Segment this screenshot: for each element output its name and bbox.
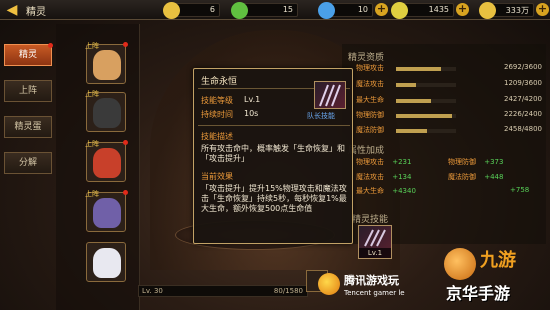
tencent-watermark: 腾讯游戏玩 Tencent gamer le bbox=[318, 270, 438, 306]
tencent-logo-icon bbox=[318, 273, 340, 295]
stat-bar bbox=[396, 99, 456, 103]
bonus-row: 魔法防御 +448 bbox=[448, 173, 504, 181]
diamond-icon bbox=[318, 2, 335, 19]
resource-diamond: 10 bbox=[318, 2, 373, 19]
top-bar: ◀ 精灵 6 15 10 + 1435 + 333万 + bbox=[0, 0, 550, 20]
skill-name: 生命永恒 bbox=[201, 77, 238, 87]
sprite-face bbox=[93, 50, 121, 80]
resource-energy: 1435 bbox=[391, 2, 454, 19]
stat-bar bbox=[396, 114, 456, 118]
resource-coin: 333万 bbox=[479, 2, 534, 19]
sprite-face bbox=[93, 148, 121, 178]
notification-dot bbox=[123, 190, 128, 195]
sprite-face bbox=[93, 198, 121, 228]
stat-bar-fill bbox=[396, 114, 452, 118]
game-screen: ◀ 精灵 6 15 10 + 1435 + 333万 + 精灵 上阵 精灵蛋 分… bbox=[0, 0, 550, 310]
bonus-row: 物理防御 +373 bbox=[448, 158, 504, 166]
level-exp-bar: Lv. 30 80/1580 bbox=[138, 285, 308, 297]
add-energy-button[interactable]: + bbox=[456, 3, 469, 16]
stat-row: 最大生命 2427/4200 bbox=[356, 95, 542, 104]
energy-icon bbox=[391, 2, 408, 19]
notification-dot bbox=[48, 43, 53, 48]
gold-coin-icon bbox=[479, 2, 496, 19]
skill-description: 所有攻击命中，概率触发「生命恢复」和「攻击提升」 bbox=[201, 144, 345, 163]
sprite-face bbox=[93, 98, 121, 128]
skill-effect: 「攻击提升」提升15%物理攻击和魔法攻击「生命恢复」持续5秒，每秒恢复1%最大生… bbox=[201, 184, 347, 213]
skill-title: 精灵技能 bbox=[352, 215, 389, 225]
claw-icon bbox=[364, 229, 386, 247]
tab-sprite[interactable]: 精灵 bbox=[4, 43, 53, 66]
sprite-portrait[interactable]: 上阵 bbox=[85, 42, 128, 84]
notification-dot bbox=[123, 140, 128, 145]
add-coin-button[interactable]: + bbox=[536, 3, 549, 16]
gold-coin-icon bbox=[163, 2, 180, 19]
bonus-row: +758 bbox=[510, 186, 530, 194]
stat-bar-fill bbox=[396, 83, 417, 87]
aptitude-title: 精灵资质 bbox=[348, 53, 385, 63]
notification-dot bbox=[123, 42, 128, 47]
stat-row: 物理防御 2226/2400 bbox=[356, 110, 542, 119]
back-arrow-icon[interactable]: ◀ bbox=[3, 2, 21, 18]
sprite-portrait[interactable]: 上阵 bbox=[85, 140, 128, 182]
stat-bar-fill bbox=[396, 99, 431, 103]
mascot-logo-icon bbox=[444, 248, 476, 280]
bonus-title: 属性加成 bbox=[348, 146, 385, 156]
stat-bar-fill bbox=[396, 67, 441, 71]
page-title: 精灵 bbox=[26, 7, 46, 18]
tab-sprite-egg[interactable]: 精灵蛋 bbox=[4, 116, 52, 138]
stat-row: 魔法防御 2458/4800 bbox=[356, 125, 542, 134]
bonus-row: 物理攻击 +231 bbox=[356, 158, 412, 166]
resource-gold: 6 bbox=[163, 2, 220, 19]
skill-tooltip: 生命永恒 技能等级 Lv.1 持续时间 10s 队长技能 技能描述 所有攻击命中… bbox=[193, 68, 353, 244]
stat-row: 物理攻击 2692/3600 bbox=[356, 63, 542, 72]
tab-deploy[interactable]: 上阵 bbox=[4, 80, 52, 102]
stat-row: 魔法攻击 1209/3600 bbox=[356, 79, 542, 88]
sprite-portrait[interactable] bbox=[86, 242, 126, 282]
stat-bar-fill bbox=[396, 129, 427, 133]
stat-bar bbox=[396, 67, 456, 71]
tab-decompose[interactable]: 分解 bbox=[4, 152, 52, 174]
divider bbox=[198, 125, 350, 126]
bonus-row: 最大生命 +4340 bbox=[356, 187, 416, 195]
sprite-face bbox=[93, 248, 121, 278]
bonus-row: 魔法攻击 +134 bbox=[356, 173, 412, 181]
stat-bar bbox=[396, 83, 456, 87]
skill-slot[interactable]: Lv.1 bbox=[358, 225, 392, 259]
add-diamond-button[interactable]: + bbox=[375, 3, 388, 16]
leaf-icon bbox=[231, 2, 248, 19]
skill-type-label: 队长技能 bbox=[307, 112, 335, 120]
claw-icon bbox=[314, 81, 346, 109]
sprite-portrait[interactable]: 上阵 bbox=[85, 90, 126, 132]
sprite-portrait[interactable]: 上阵 bbox=[85, 190, 128, 232]
stat-bar bbox=[396, 129, 456, 133]
resource-leaf: 15 bbox=[231, 2, 298, 19]
site-watermark: 九游 京华手游 bbox=[444, 248, 516, 303]
